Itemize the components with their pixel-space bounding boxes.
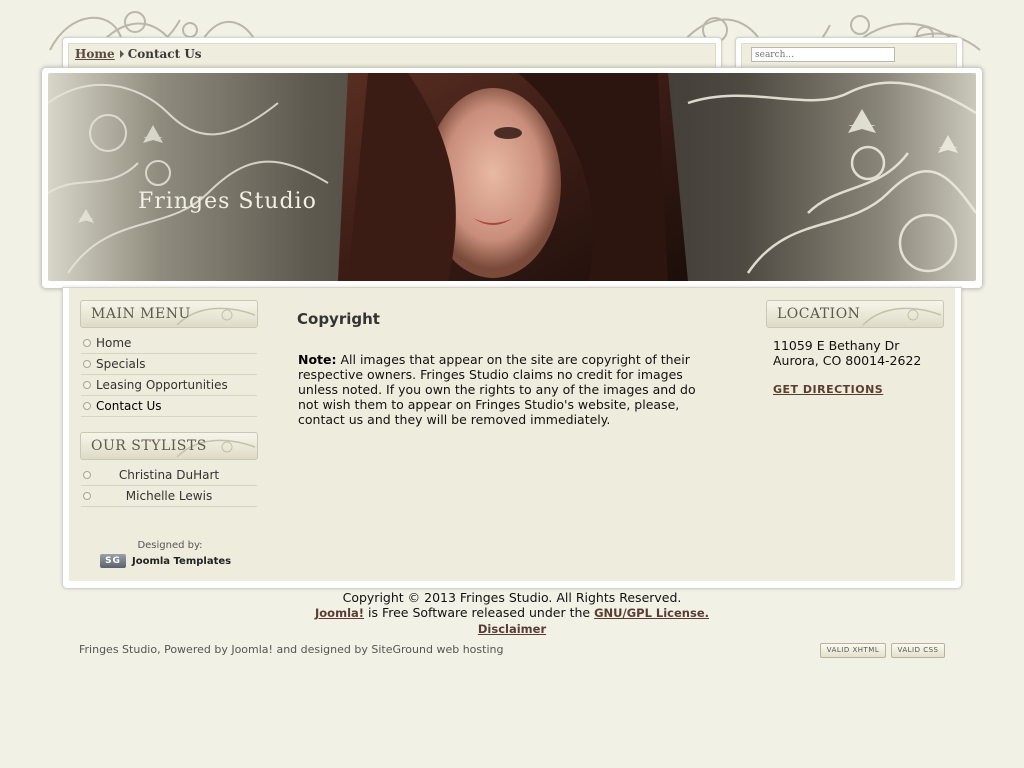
bullet-icon [83,360,91,368]
main-menu-header: MAIN MENU [80,300,258,328]
menu-item-label: Home [96,336,132,350]
article-title: Copyright [297,310,380,328]
breadcrumb-arrow-icon [119,50,124,58]
search-input[interactable] [751,47,895,62]
main-menu: Home Specials Leasing Opportunities Cont… [81,333,257,417]
location-address: 11059 E Bethany Dr Aurora, CO 80014-2622 [773,338,921,368]
menu-item-leasing-opportunities[interactable]: Leasing Opportunities [81,375,257,396]
valid-css-badge[interactable]: VALID CSS [891,643,945,658]
bullet-icon [83,381,91,389]
designed-by-label: Designed by: [137,540,203,551]
header-image: Fringes Studio [48,73,976,281]
footer-license-line: Joomla! is Free Software released under … [262,605,762,621]
powered-by-text: Fringes Studio, Powered by Joomla! and d… [79,643,504,656]
header-swirl-icon [862,307,942,326]
stylist-label: Christina DuHart [118,468,220,482]
menu-item-label: Contact Us [96,399,162,413]
stylist-item-michelle-lewis[interactable]: Michelle Lewis [81,486,257,507]
menu-item-home[interactable]: Home [81,333,257,354]
joomla-templates-link[interactable]: SG Joomla Templates [100,554,231,568]
menu-item-contact-us[interactable]: Contact Us [81,396,257,417]
location-header: LOCATION [766,300,944,328]
article-body: Note: All images that appear on the site… [298,352,713,427]
stylists-title: OUR STYLISTS [91,438,207,454]
footer-license-text: is Free Software released under the [364,605,595,620]
get-directions-link[interactable]: GET DIRECTIONS [773,383,883,396]
note-label: Note: [298,352,337,367]
menu-item-label: Specials [96,357,146,371]
bullet-icon [83,339,91,347]
banner-artwork [48,73,976,281]
breadcrumb-current: Contact Us [127,47,202,61]
note-text: All images that appear on the site are c… [298,352,696,427]
footer-copyright: Copyright © 2013 Fringes Studio. All Rig… [342,590,682,605]
stylists-menu: Christina DuHart Michelle Lewis [81,465,257,507]
siteground-logo-icon: SG [100,554,126,568]
valid-xhtml-badge[interactable]: VALID XHTML [820,643,886,658]
disclaimer-link[interactable]: Disclaimer [478,622,546,636]
stylists-header: OUR STYLISTS [80,432,258,460]
menu-item-specials[interactable]: Specials [81,354,257,375]
menu-item-label: Leasing Opportunities [96,378,228,392]
joomla-templates-label: Joomla Templates [132,556,232,567]
stylist-item-christina-duhart[interactable]: Christina DuHart [81,465,257,486]
search-panel [735,37,963,71]
address-line-2: Aurora, CO 80014-2622 [773,353,922,368]
header-banner: Fringes Studio [41,67,983,289]
footer: Copyright © 2013 Fringes Studio. All Rig… [262,590,762,637]
site-title[interactable]: Fringes Studio [138,189,317,214]
address-line-1: 11059 E Bethany Dr [773,338,900,353]
location-title: LOCATION [777,306,861,322]
stylist-label: Michelle Lewis [125,489,213,503]
joomla-link[interactable]: Joomla! [315,606,364,620]
bullet-icon [83,402,91,410]
breadcrumb-home-link[interactable]: Home [75,47,115,61]
breadcrumb: Home Contact Us [62,37,722,71]
gpl-license-link[interactable]: GNU/GPL License. [594,606,709,620]
main-menu-title: MAIN MENU [91,306,191,322]
